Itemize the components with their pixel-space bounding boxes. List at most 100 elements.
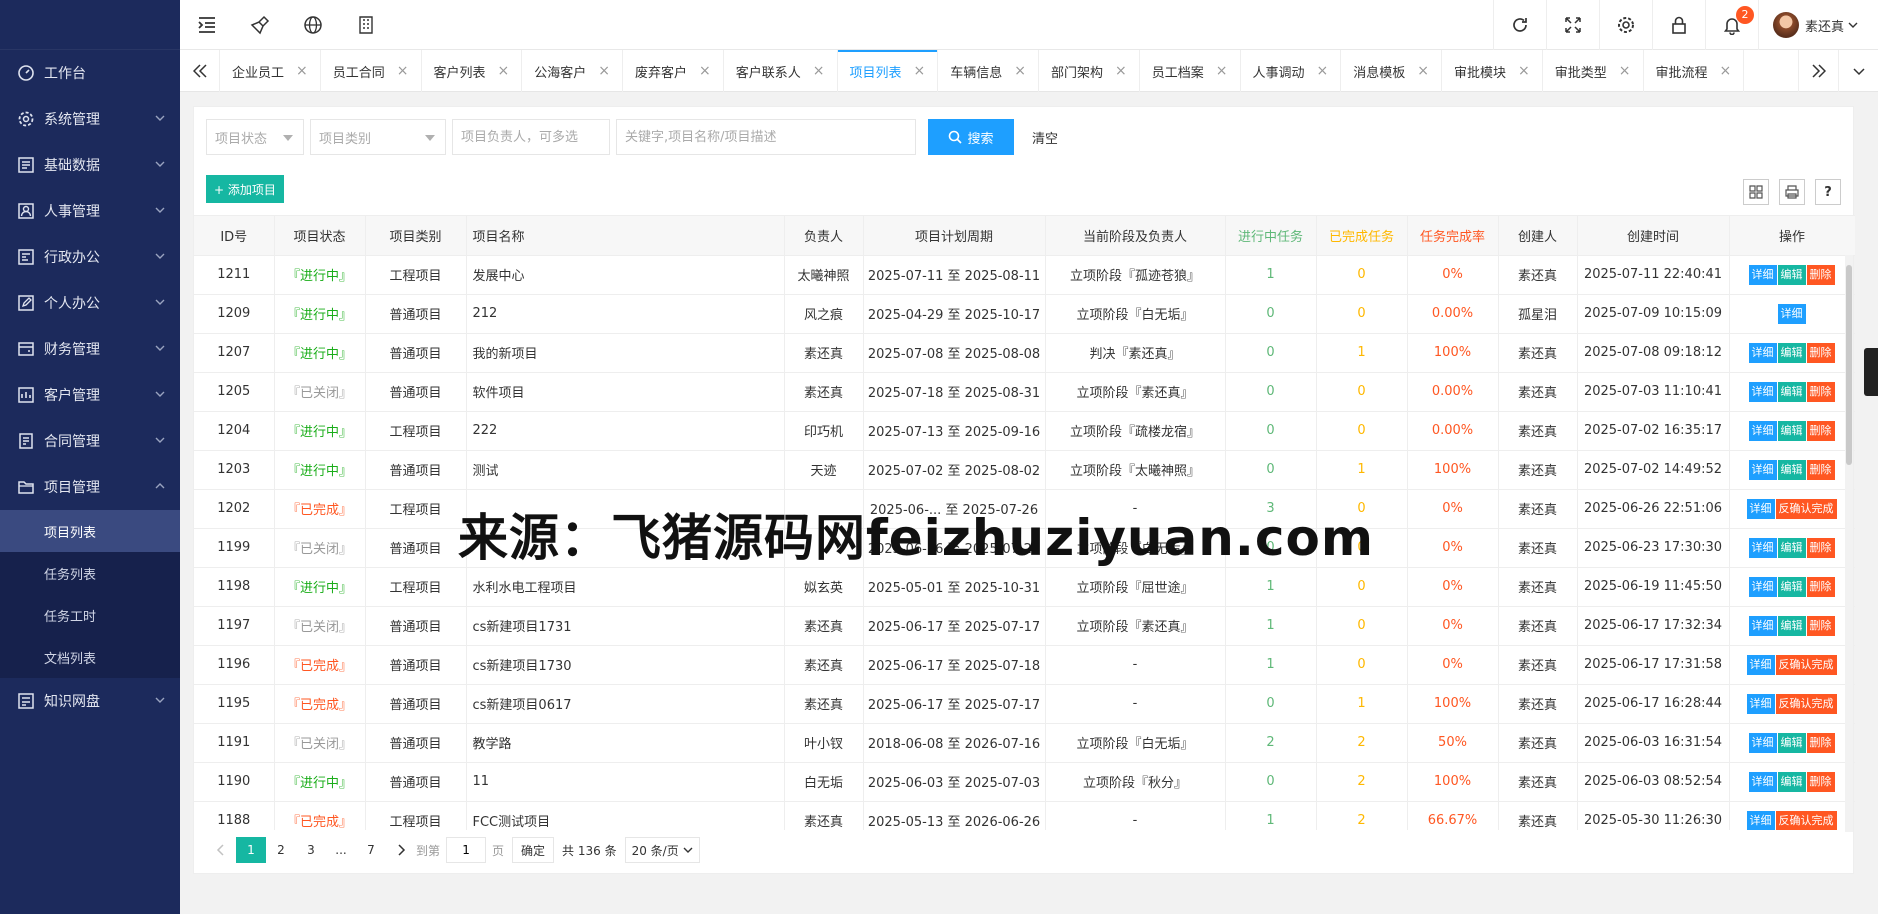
detail-button[interactable]: 详细 bbox=[1748, 342, 1777, 363]
next-page-button[interactable] bbox=[386, 837, 416, 863]
sidebar-item-6[interactable]: 财务管理 bbox=[0, 326, 180, 372]
close-icon[interactable]: × bbox=[1720, 63, 1732, 79]
delete-button[interactable]: 删除 bbox=[1806, 342, 1835, 363]
refresh-button[interactable] bbox=[1492, 0, 1546, 50]
tabs-prev-button[interactable] bbox=[180, 50, 220, 92]
reconfirm-complete-button[interactable]: 反确认完成 bbox=[1775, 498, 1837, 519]
close-icon[interactable]: × bbox=[296, 63, 308, 79]
reconfirm-complete-button[interactable]: 反确认完成 bbox=[1775, 654, 1837, 675]
clear-button[interactable]: 清空 bbox=[1014, 119, 1076, 155]
tabs-menu-button[interactable] bbox=[1838, 50, 1878, 92]
tab-0[interactable]: 企业员工 × bbox=[220, 50, 321, 92]
close-icon[interactable]: × bbox=[1216, 63, 1228, 79]
submenu-item-2[interactable]: 任务工时 bbox=[0, 594, 180, 636]
submenu-item-1[interactable]: 任务列表 bbox=[0, 552, 180, 594]
keyword-input[interactable] bbox=[616, 119, 916, 155]
delete-button[interactable]: 删除 bbox=[1806, 459, 1835, 480]
sidebar-item-10[interactable]: 知识网盘 bbox=[0, 678, 180, 724]
prev-page-button[interactable] bbox=[206, 837, 236, 863]
tab-6[interactable]: 项目列表 × bbox=[837, 50, 939, 92]
building-button[interactable] bbox=[339, 0, 392, 50]
page-2-button[interactable]: 2 bbox=[266, 837, 296, 863]
detail-button[interactable]: 详细 bbox=[1748, 459, 1777, 480]
search-button[interactable]: 搜索 bbox=[928, 119, 1014, 155]
status-select[interactable]: 项目状态 bbox=[206, 119, 304, 155]
side-drawer-handle[interactable] bbox=[1864, 348, 1878, 396]
edit-button[interactable]: 编辑 bbox=[1777, 732, 1806, 753]
tab-3[interactable]: 公海客户 × bbox=[522, 50, 623, 92]
close-icon[interactable]: × bbox=[498, 63, 510, 79]
delete-button[interactable]: 删除 bbox=[1806, 576, 1835, 597]
help-button[interactable]: ? bbox=[1815, 179, 1841, 205]
tab-14[interactable]: 审批流程 × bbox=[1644, 50, 1745, 92]
tab-5[interactable]: 客户联系人 × bbox=[724, 50, 838, 92]
tab-13[interactable]: 审批类型 × bbox=[1543, 50, 1644, 92]
delete-button[interactable]: 删除 bbox=[1806, 771, 1835, 792]
edit-button[interactable]: 编辑 bbox=[1777, 381, 1806, 402]
notification-button[interactable]: 2 bbox=[1704, 0, 1758, 50]
website-button[interactable] bbox=[286, 0, 339, 50]
sidebar-item-1[interactable]: 系统管理 bbox=[0, 96, 180, 142]
detail-button[interactable]: 详细 bbox=[1748, 537, 1777, 558]
edit-button[interactable]: 编辑 bbox=[1777, 459, 1806, 480]
close-icon[interactable]: × bbox=[1014, 63, 1026, 79]
delete-button[interactable]: 删除 bbox=[1806, 615, 1835, 636]
sidebar-item-2[interactable]: 基础数据 bbox=[0, 142, 180, 188]
tab-9[interactable]: 员工档案 × bbox=[1140, 50, 1241, 92]
tab-10[interactable]: 人事调动 × bbox=[1241, 50, 1342, 92]
user-menu[interactable]: 素还真 bbox=[1757, 0, 1878, 50]
detail-button[interactable]: 详细 bbox=[1746, 693, 1775, 714]
close-icon[interactable]: × bbox=[1417, 63, 1429, 79]
reconfirm-complete-button[interactable]: 反确认完成 bbox=[1775, 810, 1837, 830]
scrollbar-thumb[interactable] bbox=[1846, 265, 1852, 465]
sidebar-item-5[interactable]: 个人办公 bbox=[0, 280, 180, 326]
delete-button[interactable]: 删除 bbox=[1806, 420, 1835, 441]
close-icon[interactable]: × bbox=[1518, 63, 1530, 79]
close-icon[interactable]: × bbox=[598, 63, 610, 79]
page-3-button[interactable]: 3 bbox=[296, 837, 326, 863]
tab-1[interactable]: 员工合同 × bbox=[321, 50, 422, 92]
edit-button[interactable]: 编辑 bbox=[1777, 615, 1806, 636]
close-icon[interactable]: × bbox=[1317, 63, 1329, 79]
tab-11[interactable]: 消息模板 × bbox=[1341, 50, 1442, 92]
table-scrollbar[interactable] bbox=[1845, 255, 1853, 832]
goto-page-input[interactable] bbox=[446, 837, 487, 863]
detail-button[interactable]: 详细 bbox=[1748, 615, 1777, 636]
menu-toggle-button[interactable] bbox=[180, 0, 233, 50]
close-icon[interactable]: × bbox=[1115, 63, 1127, 79]
page-size-select[interactable]: 20 条/页 bbox=[624, 837, 700, 863]
tab-8[interactable]: 部门架构 × bbox=[1039, 50, 1140, 92]
detail-button[interactable]: 详细 bbox=[1748, 732, 1777, 753]
sidebar-item-0[interactable]: 工作台 bbox=[0, 50, 180, 96]
tab-2[interactable]: 客户列表 × bbox=[422, 50, 523, 92]
sidebar-item-3[interactable]: 人事管理 bbox=[0, 188, 180, 234]
page-7-button[interactable]: 7 bbox=[356, 837, 386, 863]
sidebar-item-9[interactable]: 项目管理 bbox=[0, 464, 180, 510]
detail-button[interactable]: 详细 bbox=[1746, 654, 1775, 675]
detail-button[interactable]: 详细 bbox=[1777, 303, 1806, 324]
settings-button[interactable] bbox=[1598, 0, 1652, 50]
page-1-button[interactable]: 1 bbox=[236, 837, 266, 863]
edit-button[interactable]: 编辑 bbox=[1777, 342, 1806, 363]
tab-7[interactable]: 车辆信息 × bbox=[938, 50, 1039, 92]
type-select[interactable]: 项目类别 bbox=[310, 119, 446, 155]
detail-button[interactable]: 详细 bbox=[1748, 264, 1777, 285]
submenu-item-0[interactable]: 项目列表 bbox=[0, 510, 180, 552]
delete-button[interactable]: 删除 bbox=[1806, 537, 1835, 558]
print-button[interactable] bbox=[1779, 179, 1805, 205]
edit-button[interactable]: 编辑 bbox=[1777, 420, 1806, 441]
sidebar-item-8[interactable]: 合同管理 bbox=[0, 418, 180, 464]
close-icon[interactable]: × bbox=[397, 63, 409, 79]
tabs-next-button[interactable] bbox=[1798, 50, 1838, 92]
detail-button[interactable]: 详细 bbox=[1748, 576, 1777, 597]
edit-button[interactable]: 编辑 bbox=[1777, 576, 1806, 597]
detail-button[interactable]: 详细 bbox=[1748, 771, 1777, 792]
lock-screen-button[interactable] bbox=[1651, 0, 1705, 50]
add-project-button[interactable]: + 添加项目 bbox=[206, 175, 284, 203]
close-icon[interactable]: × bbox=[699, 63, 711, 79]
edit-button[interactable]: 编辑 bbox=[1777, 771, 1806, 792]
close-icon[interactable]: × bbox=[1619, 63, 1631, 79]
sidebar-item-7[interactable]: 客户管理 bbox=[0, 372, 180, 418]
clear-cache-button[interactable] bbox=[233, 0, 286, 50]
sidebar-item-4[interactable]: 行政办公 bbox=[0, 234, 180, 280]
